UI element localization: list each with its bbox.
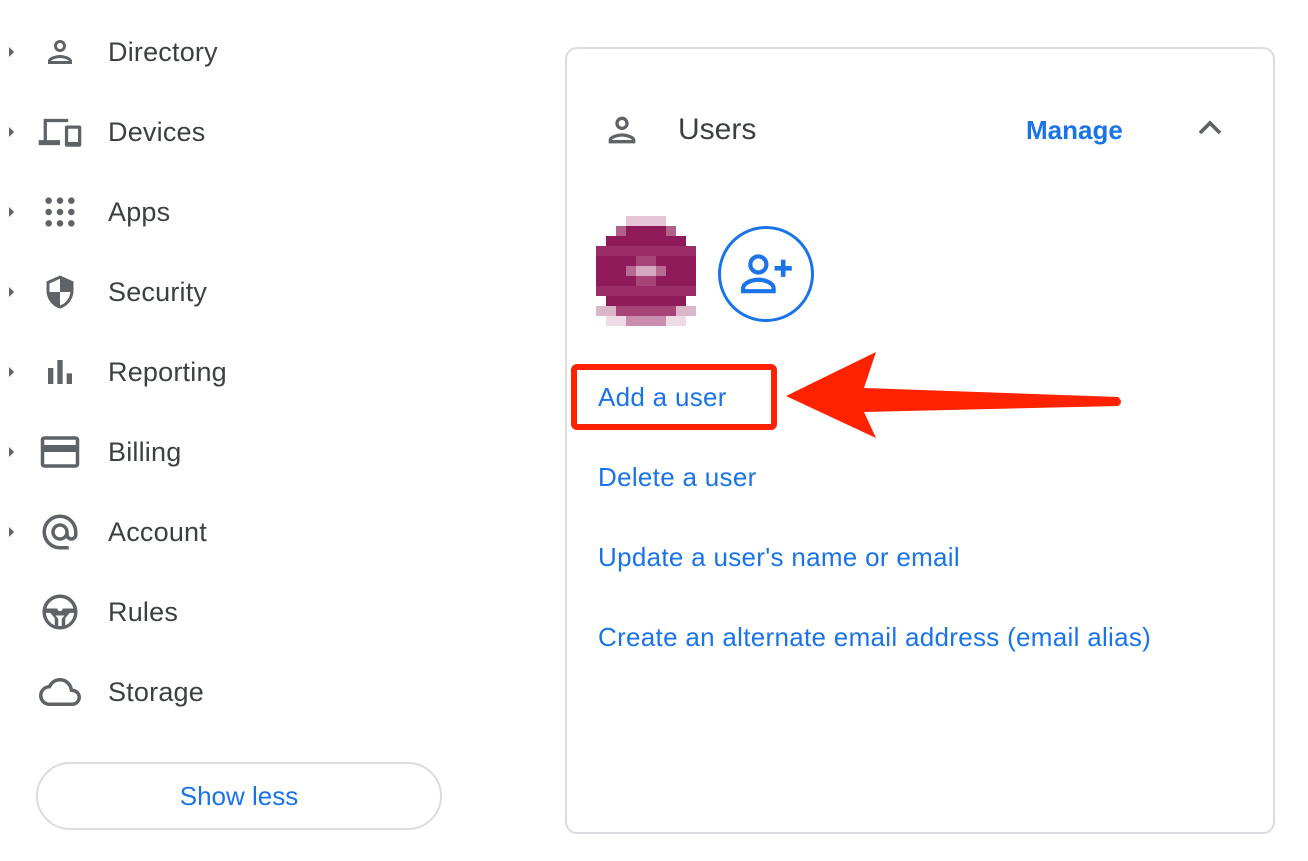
sidebar-item-label: Reporting — [108, 356, 227, 387]
sidebar-item-label: Directory — [108, 36, 218, 67]
bar-chart-icon — [38, 352, 82, 392]
shield-icon — [38, 272, 82, 312]
credit-card-icon — [38, 432, 82, 472]
admin-console-page: Directory Devices Apps Security Reportin… — [0, 0, 1308, 861]
steering-wheel-icon — [38, 592, 82, 632]
sidebar-item-account[interactable]: Account — [0, 492, 460, 572]
delete-user-link[interactable]: Delete a user — [598, 459, 757, 495]
expand-caret-icon[interactable] — [9, 47, 14, 57]
sidebar-item-label: Apps — [108, 196, 171, 227]
devices-icon — [38, 112, 82, 152]
update-user-link[interactable]: Update a user's name or email — [598, 539, 960, 575]
sidebar-item-label: Devices — [108, 116, 206, 147]
person-icon — [602, 110, 642, 150]
sidebar-item-security[interactable]: Security — [0, 252, 460, 332]
person-icon — [38, 32, 82, 72]
person-add-icon — [740, 254, 792, 294]
sidebar-item-billing[interactable]: Billing — [0, 412, 460, 492]
at-sign-icon — [38, 512, 82, 552]
chevron-up-icon[interactable] — [1190, 108, 1230, 148]
expand-caret-icon[interactable] — [9, 287, 14, 297]
expand-caret-icon[interactable] — [9, 367, 14, 377]
add-user-button[interactable] — [718, 226, 814, 322]
sidebar-item-directory[interactable]: Directory — [0, 12, 460, 92]
manage-link[interactable]: Manage — [1026, 110, 1123, 150]
expand-caret-icon[interactable] — [9, 447, 14, 457]
sidebar-item-label: Security — [108, 276, 208, 307]
expand-caret-icon[interactable] — [9, 527, 14, 537]
sidebar-item-label: Storage — [108, 676, 204, 707]
card-title: Users — [678, 113, 757, 146]
sidebar-item-label: Rules — [108, 596, 179, 627]
sidebar: Directory Devices Apps Security Reportin… — [0, 0, 470, 861]
red-arrow-icon — [786, 352, 1121, 438]
show-less-button[interactable]: Show less — [36, 762, 442, 830]
sidebar-item-label: Account — [108, 516, 207, 547]
cloud-icon — [38, 672, 82, 712]
sidebar-item-rules[interactable]: Rules — [0, 572, 460, 652]
sidebar-item-apps[interactable]: Apps — [0, 172, 460, 252]
sidebar-item-devices[interactable]: Devices — [0, 92, 460, 172]
sidebar-item-storage[interactable]: Storage — [0, 652, 460, 732]
expand-caret-icon[interactable] — [9, 207, 14, 217]
expand-caret-icon[interactable] — [9, 127, 14, 137]
sidebar-item-label: Billing — [108, 436, 182, 467]
apps-grid-icon — [38, 192, 82, 232]
sidebar-item-reporting[interactable]: Reporting — [0, 332, 460, 412]
avatar[interactable] — [596, 216, 696, 326]
highlight-box — [571, 364, 777, 430]
email-alias-link[interactable]: Create an alternate email address (email… — [598, 619, 1151, 655]
